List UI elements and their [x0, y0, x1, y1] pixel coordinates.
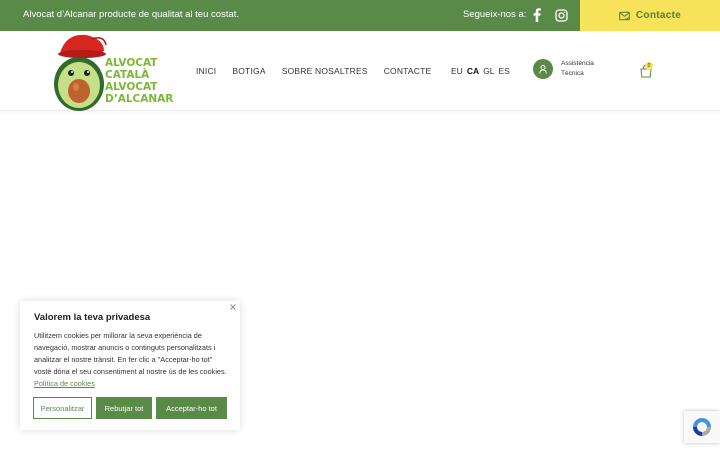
- close-icon[interactable]: [230, 304, 236, 310]
- cookie-body-text: Utilitzem cookies per millorar la seva e…: [34, 331, 227, 376]
- site-logo[interactable]: ALVOCAT CATALÀ ALVOCAT D’ALCANAR: [52, 31, 182, 111]
- nav-item-inici[interactable]: INICI: [196, 66, 216, 76]
- nav-item-contacte[interactable]: CONTACTE: [384, 66, 432, 76]
- site-header: ALVOCAT CATALÀ ALVOCAT D’ALCANAR INICI B…: [0, 31, 720, 111]
- contact-button-label: Contacte: [635, 10, 682, 21]
- cookie-body: Utilitzem cookies per millorar la seva e…: [34, 330, 230, 390]
- lang-ca[interactable]: CA: [467, 66, 479, 76]
- cookie-policy-link[interactable]: Política de cookies: [34, 379, 95, 388]
- cart-count-badge: 0: [645, 62, 653, 70]
- support-text: Assistència Tècnica: [561, 59, 601, 79]
- logo-line: ALVOCAT: [105, 57, 158, 69]
- support-icon-circle: [533, 59, 553, 79]
- instagram-icon[interactable]: [555, 9, 568, 22]
- logo-line: D’ALCANAR: [105, 93, 174, 105]
- recaptcha-badge[interactable]: [684, 411, 720, 443]
- top-bar: Alvocat d’Alcanar producte de qualitat a…: [0, 0, 720, 31]
- nav-item-botiga[interactable]: BOTIGA: [232, 66, 265, 76]
- logo-text: ALVOCAT CATALÀ ALVOCAT D’ALCANAR: [105, 57, 173, 105]
- cookie-title: Valorem la teva privadesa: [34, 312, 151, 323]
- logo-line: ALVOCAT: [105, 81, 158, 93]
- main-nav: INICI BOTIGA SOBRE NOSALTRES CONTACTE: [196, 66, 431, 76]
- envelope-check-icon: [619, 11, 630, 20]
- social-label: Segueix-nos a:: [463, 9, 527, 20]
- customize-button[interactable]: Personalitzar: [33, 397, 92, 419]
- nav-item-sobre-nosaltres[interactable]: SOBRE NOSALTRES: [282, 66, 368, 76]
- reject-all-button[interactable]: Rebutjar tot: [96, 397, 152, 419]
- contact-button[interactable]: Contacte: [580, 0, 720, 31]
- support-line1: Assistència: [561, 60, 594, 67]
- support-link[interactable]: Assistència Tècnica: [533, 59, 601, 79]
- avocado-mascot-icon: [54, 34, 107, 111]
- lang-eu[interactable]: EU: [451, 66, 463, 76]
- language-switcher: EU CA GL ES: [451, 66, 510, 76]
- cookie-banner: Valorem la teva privadesa Utilitzem cook…: [20, 301, 240, 430]
- accept-all-button[interactable]: Acceptar-ho tot: [156, 397, 227, 419]
- logo-line: CATALÀ: [105, 69, 150, 81]
- topbar-tagline: Alvocat d’Alcanar producte de qualitat a…: [23, 9, 239, 20]
- lang-es[interactable]: ES: [498, 66, 509, 76]
- user-icon: [539, 64, 547, 74]
- support-line2: Tècnica: [561, 70, 584, 77]
- facebook-icon[interactable]: [531, 8, 543, 22]
- recaptcha-icon: [693, 418, 711, 436]
- cookie-buttons: Personalitzar Rebutjar tot Acceptar-ho t…: [33, 397, 227, 419]
- lang-gl[interactable]: GL: [483, 66, 494, 76]
